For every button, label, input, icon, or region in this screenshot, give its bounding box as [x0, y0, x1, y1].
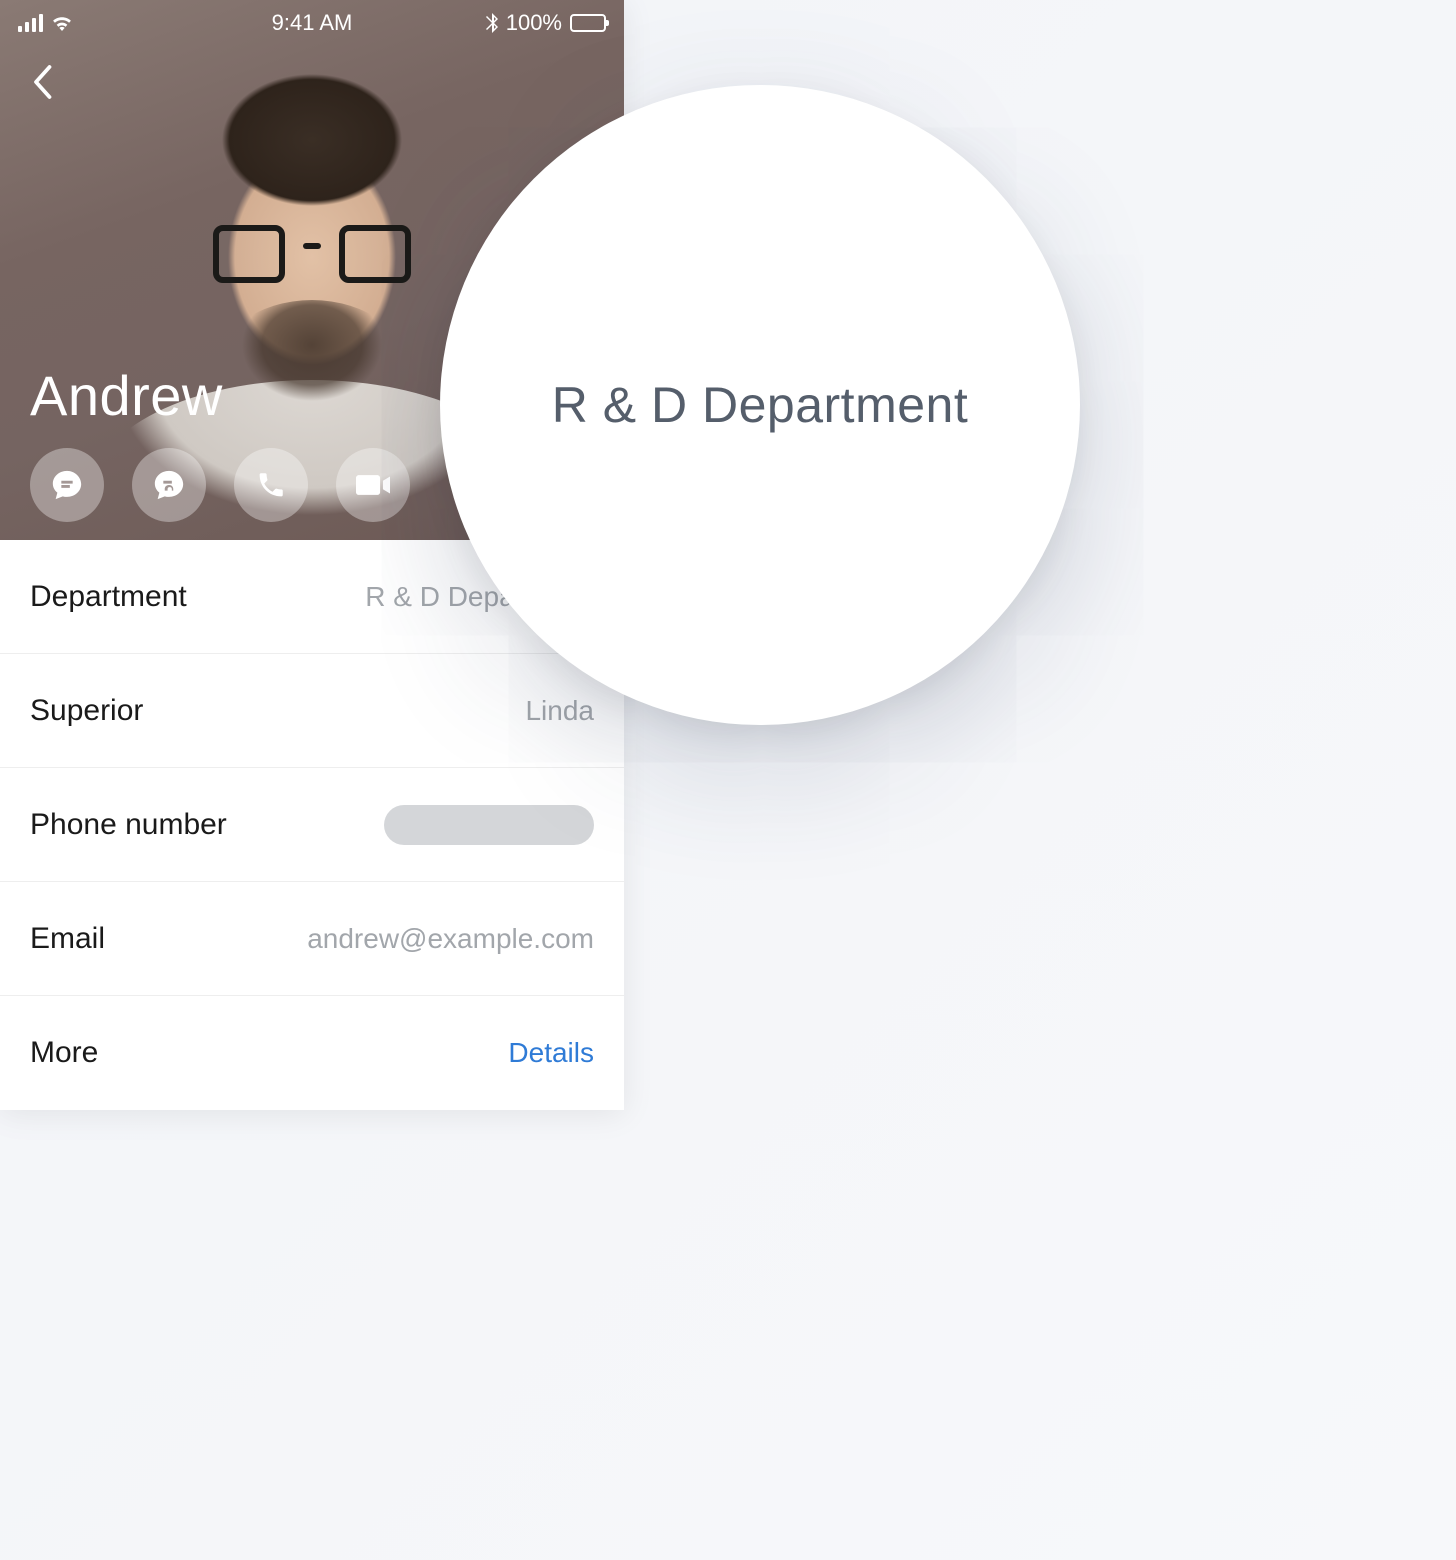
bluetooth-icon — [486, 13, 498, 33]
battery-icon — [570, 14, 606, 32]
superior-label: Superior — [30, 694, 143, 728]
superior-value: Linda — [525, 695, 594, 727]
row-phone[interactable]: Phone number — [0, 768, 624, 882]
back-button[interactable] — [20, 60, 64, 104]
chevron-left-icon — [31, 64, 53, 100]
video-button[interactable] — [336, 448, 410, 522]
department-label: Department — [30, 580, 187, 614]
call-button[interactable] — [234, 448, 308, 522]
status-right: 100% — [486, 10, 606, 36]
more-details-link[interactable]: Details — [508, 1037, 594, 1069]
signal-icon — [18, 14, 43, 32]
status-left — [18, 14, 73, 32]
video-icon — [356, 472, 390, 498]
contact-name: Andrew — [30, 363, 223, 428]
row-superior[interactable]: Superior Linda — [0, 654, 624, 768]
avatar-beard — [212, 300, 412, 450]
secure-chat-button[interactable] — [132, 448, 206, 522]
zoom-callout: R & D Department — [440, 85, 1080, 725]
status-bar: 9:41 AM 100% — [0, 0, 624, 46]
chat-icon — [50, 468, 84, 502]
chat-button[interactable] — [30, 448, 104, 522]
avatar-glasses — [213, 225, 411, 283]
wifi-icon — [51, 15, 73, 31]
more-label: More — [30, 1036, 98, 1070]
secure-chat-icon — [152, 468, 186, 502]
row-email[interactable]: Email andrew@example.com — [0, 882, 624, 996]
battery-percent: 100% — [506, 10, 562, 36]
phone-value-redacted — [384, 805, 594, 845]
action-row — [30, 448, 410, 522]
row-more[interactable]: More Details — [0, 996, 624, 1110]
status-time: 9:41 AM — [272, 10, 353, 36]
phone-label: Phone number — [30, 808, 227, 842]
email-value: andrew@example.com — [307, 923, 594, 955]
zoom-callout-text: R & D Department — [552, 376, 968, 434]
phone-icon — [256, 470, 286, 500]
email-label: Email — [30, 922, 105, 956]
